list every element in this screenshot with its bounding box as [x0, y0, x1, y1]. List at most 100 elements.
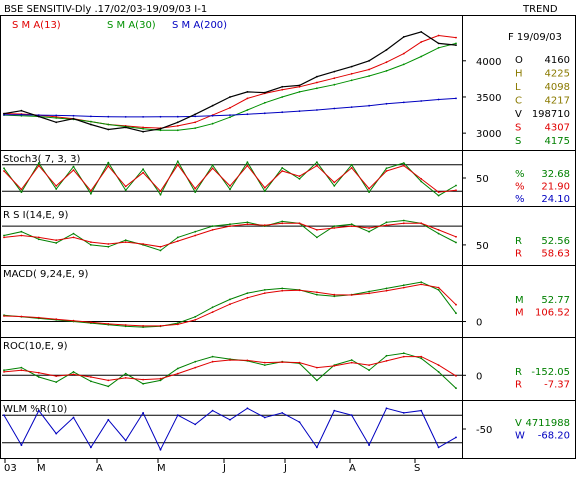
- data-point: [229, 303, 231, 306]
- panel-legend: R S I(14,E, 9): [3, 210, 68, 221]
- data-point: [420, 178, 423, 180]
- data-point: [176, 129, 179, 132]
- data-point: [159, 115, 162, 118]
- data-point: [194, 366, 197, 369]
- value-label: W: [515, 431, 525, 442]
- x-tick-label: A: [96, 463, 103, 474]
- data-point: [437, 191, 440, 194]
- data-point: [298, 289, 301, 292]
- data-point: [20, 315, 23, 318]
- data-point: [159, 379, 162, 382]
- data-point: [3, 315, 5, 317]
- data-point: [55, 375, 58, 377]
- data-point: [298, 175, 301, 178]
- data-point: [368, 227, 370, 229]
- data-point: [107, 245, 110, 248]
- value-number: 32.68: [541, 169, 570, 180]
- data-point: [37, 376, 40, 378]
- data-point: [194, 191, 197, 194]
- data-point: [124, 372, 127, 375]
- data-point: [402, 352, 405, 355]
- data-point: [194, 360, 197, 363]
- data-point: [246, 296, 249, 299]
- data-point: [124, 116, 127, 118]
- data-point: [124, 439, 127, 442]
- legend-entry: S M A(13): [12, 20, 61, 31]
- value-label: C: [515, 96, 522, 107]
- data-point: [124, 185, 127, 188]
- data-point: [176, 125, 179, 127]
- data-point: [229, 223, 231, 226]
- data-point: [281, 361, 284, 363]
- data-point: [333, 293, 336, 296]
- data-point: [72, 232, 75, 235]
- value-label: S: [515, 136, 521, 147]
- data-point: [246, 359, 249, 362]
- data-point: [107, 128, 110, 131]
- data-point: [159, 127, 162, 130]
- value-number: 198710: [532, 109, 570, 120]
- data-point: [455, 36, 457, 39]
- data-point: [211, 360, 214, 363]
- data-point: [20, 444, 23, 446]
- data-point: [37, 371, 40, 374]
- value-number: 21.90: [541, 182, 570, 193]
- y-tick-label: -50: [476, 425, 492, 436]
- data-point: [402, 36, 405, 38]
- data-point: [281, 222, 284, 225]
- data-point: [20, 188, 23, 191]
- data-point: [72, 165, 75, 168]
- data-point: [281, 170, 284, 172]
- data-point: [37, 164, 40, 167]
- data-point: [368, 292, 370, 295]
- data-point: [37, 162, 40, 164]
- data-point: [368, 364, 370, 366]
- data-point: [437, 446, 440, 449]
- data-point: [420, 55, 423, 58]
- data-point: [437, 42, 440, 45]
- data-point: [211, 122, 214, 125]
- data-point: [90, 189, 92, 192]
- data-point: [350, 79, 353, 82]
- data-point: [211, 409, 214, 412]
- data-point: [3, 167, 5, 170]
- data-point: [281, 287, 284, 290]
- data-point: [350, 65, 353, 68]
- value-number: -7.37: [544, 380, 570, 391]
- y-tick-label: 0: [476, 318, 482, 329]
- data-point: [90, 115, 92, 118]
- data-point: [176, 372, 179, 375]
- y-tick-label: 0: [476, 371, 482, 382]
- data-point: [211, 164, 214, 167]
- data-point: [350, 359, 353, 361]
- data-point: [368, 230, 370, 233]
- data-point: [368, 187, 370, 190]
- data-point: [90, 192, 92, 195]
- data-point: [455, 184, 457, 187]
- data-point: [194, 230, 197, 233]
- data-point: [20, 113, 23, 116]
- data-point: [402, 164, 405, 167]
- data-point: [3, 170, 5, 172]
- data-point: [55, 117, 58, 119]
- data-point: [246, 97, 249, 100]
- data-point: [211, 114, 214, 117]
- value-number: 4098: [545, 82, 570, 93]
- data-point: [55, 242, 58, 244]
- data-point: [90, 446, 92, 449]
- data-point: [402, 101, 405, 104]
- data-point: [72, 373, 75, 376]
- data-point: [55, 239, 58, 242]
- data-point: [263, 112, 266, 115]
- data-point: [176, 414, 179, 417]
- y-tick-label: 3500: [476, 93, 501, 104]
- x-tick-label: J: [222, 463, 226, 474]
- data-point: [107, 385, 110, 388]
- value-number: 4225: [545, 69, 570, 80]
- data-point: [20, 191, 23, 194]
- data-point: [142, 243, 145, 245]
- data-point: [246, 221, 249, 224]
- data-point: [176, 323, 179, 326]
- legend-entry: S M A(30): [107, 20, 156, 31]
- data-point: [90, 120, 92, 123]
